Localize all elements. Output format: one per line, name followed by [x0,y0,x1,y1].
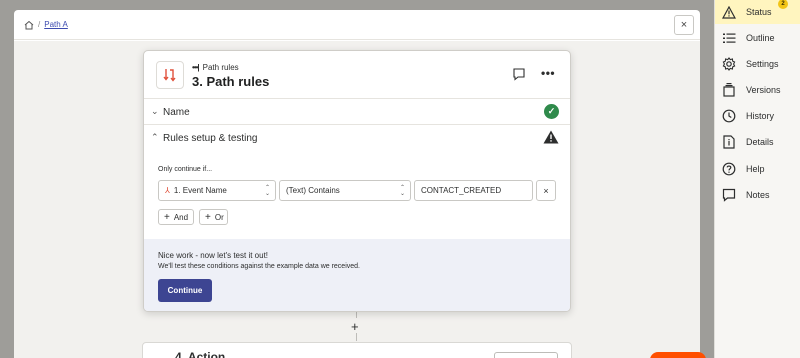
chevron-updown-icon: ⌃ ⌄ [264,185,270,197]
sidebar-item-label: History [746,111,775,121]
section-rules-label: Rules setup & testing [163,133,258,144]
comment-button[interactable] [512,67,528,83]
sidebar-item-notes[interactable]: Notes [715,183,800,207]
section-name-label: Name [163,107,190,118]
sidebar-item-versions[interactable]: Versions [715,78,800,102]
close-button[interactable]: × [674,15,694,35]
more-options-button[interactable]: ••• [541,66,555,80]
gear-icon [721,56,737,72]
step-kind-label: Path rules [202,63,239,72]
sidebar-item-outline[interactable]: Outline [715,26,800,50]
status-badge: 2 [778,0,788,9]
chevron-down-icon: ⌄ [151,106,159,116]
add-and-button[interactable]: + And [158,209,194,225]
step-title[interactable]: 3. Path rules [192,74,269,89]
close-icon: × [543,185,549,196]
sidebar-item-help[interactable]: Help [715,157,800,181]
only-continue-label: Only continue if... [158,166,213,173]
test-description: We'll test these conditions against the … [158,263,360,270]
continue-button[interactable]: Continue [158,279,212,302]
sidebar-item-label: Outline [746,33,775,43]
section-name[interactable]: ⌄ Name ✓ [144,99,570,125]
sidebar-item-label: Details [746,137,774,147]
plus-icon: + [164,211,170,223]
card-header: •••| Path rules 3. Path rules ••• [144,51,570,99]
document-icon [721,134,737,150]
checkmark-icon: ✓ [544,104,559,119]
warning-icon [721,4,737,20]
condition-select-value: (Text) Contains [286,186,340,195]
value-input-text: CONTACT_CREATED [421,186,502,195]
condition-select[interactable]: (Text) Contains ⌃ ⌄ [279,180,411,201]
plus-icon: + [205,211,211,223]
value-input[interactable]: CONTACT_CREATED [414,180,533,201]
breadcrumb: / Path A × [14,10,700,40]
field-select-value: 1. Event Name [173,186,227,195]
sidebar-item-details[interactable]: Details [715,130,800,154]
right-sidebar: Status 2 Outline Settings Versions Histo… [714,0,800,358]
path-icon: •••| [192,63,200,72]
webhook-app-icon: ⅄ [165,186,170,195]
add-or-label: Or [214,212,224,222]
note-icon [721,187,737,203]
chevron-updown-icon: ⌃ ⌄ [399,185,405,197]
connector-line [356,312,357,318]
clock-icon [721,108,737,124]
comment-icon [513,68,525,81]
chevron-up-icon: ⌃ [151,132,159,142]
test-title: Nice work - now let's test it out! [158,251,269,260]
breadcrumb-path-a[interactable]: Path A [44,20,68,29]
test-panel: Nice work - now let's test it out! We'll… [144,239,570,311]
path-rules-card: •••| Path rules 3. Path rules ••• ⌄ Name… [143,50,571,312]
sidebar-item-label: Settings [746,59,779,69]
home-icon[interactable] [24,20,34,30]
sidebar-item-history[interactable]: History [715,104,800,128]
remove-rule-button[interactable]: × [536,180,556,201]
versions-icon [721,82,737,98]
publish-button[interactable] [650,352,706,358]
next-step-button[interactable] [494,352,558,358]
path-rules-app-icon [156,61,184,89]
step-kind: •••| Path rules [192,63,239,72]
close-icon: × [680,19,688,31]
sidebar-item-label: Status [746,7,772,17]
connector-line [356,333,357,341]
sidebar-item-label: Notes [746,190,770,200]
field-select[interactable]: ⅄ 1. Event Name ⌃ ⌄ [158,180,276,201]
add-or-button[interactable]: + Or [199,209,228,225]
section-rules[interactable]: ⌃ Rules setup & testing [144,125,570,151]
sidebar-item-label: Versions [746,85,781,95]
help-icon [721,161,737,177]
add-and-label: And [173,212,189,222]
list-icon [721,30,737,46]
sidebar-item-status[interactable]: Status 2 [715,0,800,24]
breadcrumb-separator: / [38,20,41,29]
add-step-button[interactable]: + [351,319,359,334]
sidebar-item-label: Help [746,164,765,174]
warning-icon [543,130,559,144]
sidebar-item-settings[interactable]: Settings [715,52,800,76]
